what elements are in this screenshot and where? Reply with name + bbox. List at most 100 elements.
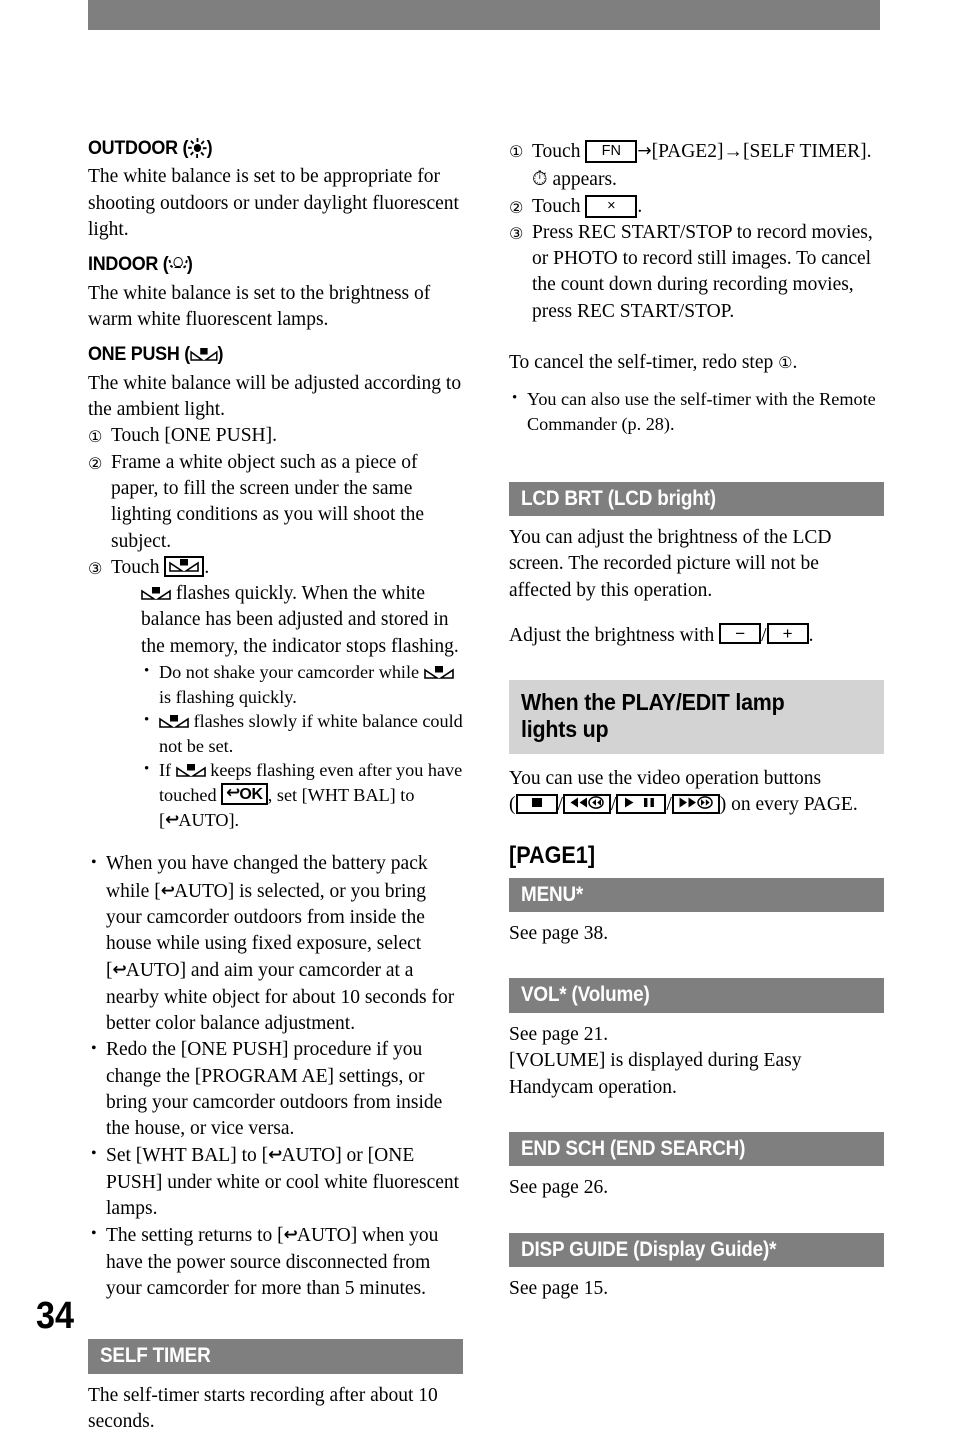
fn-touch-button[interactable]: FN (585, 140, 638, 163)
one-push-body: The white balance will be adjusted accor… (88, 372, 462, 421)
ok-touch-button[interactable]: ↩OK (221, 783, 268, 806)
return-arrow-icon: ↩ (160, 880, 175, 901)
section-header-line1: When the PLAY/EDIT lamp (521, 689, 785, 716)
one-push-wb-icon (141, 586, 171, 601)
one-push-wb-icon (169, 558, 200, 573)
one-push-wb-icon (423, 665, 454, 680)
step-number: ③ (88, 558, 103, 578)
heading-outdoor-close: ) (206, 137, 213, 159)
list-item: Redo the [ONE PUSH] procedure if you cha… (88, 1036, 463, 1142)
note-text: You can also use the self-timer with the… (527, 389, 876, 434)
return-arrow-icon: ↩ (283, 1225, 298, 1246)
step-text: Press REC START/STOP to record movies, o… (532, 221, 873, 322)
section-header-end-sch: END SCH (END SEARCH) (509, 1131, 884, 1167)
heading-indoor: INDOOR () (88, 254, 433, 275)
heading-indoor-close: ) (186, 253, 193, 276)
fast-forward-button-icon[interactable] (671, 793, 720, 814)
plus-icon: + (782, 623, 793, 643)
section-header-label: SELF TIMER (100, 1344, 211, 1368)
remote-commander-note: You can also use the self-timer with the… (509, 386, 884, 436)
cancel-self-timer-line: To cancel the self-timer, redo step ①. (509, 350, 884, 376)
heading-one-push-close: ) (217, 343, 224, 366)
step-item: ① Touch [ONE PUSH]. (88, 423, 463, 449)
section-header-line2: lights up (521, 715, 609, 742)
bullet-text-end: ]. (228, 809, 240, 830)
play-edit-text-before: You can use the video operation buttons (509, 767, 822, 789)
vol-body: See page 21. [VOLUME] is displayed durin… (509, 1023, 802, 1098)
heading-one-push: ONE PUSH ( ) (88, 344, 433, 365)
section-header-label: MENU* (521, 882, 584, 906)
heading-outdoor: OUTDOOR () (88, 137, 433, 159)
step-item: ② Touch ×. (509, 194, 884, 220)
auto-label: AUTO (281, 1145, 336, 1167)
arrow-right-icon: → (637, 141, 652, 161)
self-timer-appear-note: ⏱ appears. (532, 165, 884, 193)
step-text-after: . (637, 195, 643, 217)
brightness-increase-button[interactable]: + (766, 622, 809, 644)
list-item: You can also use the self-timer with the… (509, 386, 884, 436)
step-number: ② (509, 197, 524, 217)
minus-icon: − (735, 623, 746, 643)
list-item: When you have changed the battery pack w… (88, 850, 463, 1037)
page-number-label: 34 (36, 1295, 75, 1337)
bullet-text-before: Do not shake your camcorder while (159, 662, 424, 683)
step-text-before: Touch (532, 195, 586, 217)
play-pause-button-icon[interactable] (616, 793, 667, 814)
self-timer-body: The self-timer starts recording after ab… (88, 1384, 438, 1433)
rewind-button-icon[interactable] (562, 793, 611, 814)
step-text: Touch [ONE PUSH]. (111, 425, 277, 447)
step3-note-body: flashes quickly. When the white balance … (141, 583, 459, 657)
cancel-text-before: To cancel the self-timer, redo step (509, 352, 779, 374)
page1-tag: [PAGE1] (509, 842, 884, 870)
one-push-wb-icon (159, 714, 189, 729)
list-item: Set [WHT BAL] to [↩AUTO] or [ONE PUSH] u… (88, 1141, 463, 1222)
indoor-body: The white balance is set to the brightne… (88, 282, 431, 331)
appear-note-text: appears. (547, 169, 617, 191)
step-number: ② (88, 453, 103, 473)
step-item: ① Touch FN →[PAGE2]→[SELF TIMER]. ⏱ appear… (509, 138, 884, 194)
brightness-decrease-button[interactable]: − (719, 622, 762, 644)
stop-button-icon[interactable] (515, 793, 558, 814)
sun-icon (188, 138, 207, 158)
list-item: The setting returns to [↩AUTO] when you … (88, 1221, 463, 1302)
left-column: OUTDOOR () The white balance is set to b… (88, 137, 463, 1446)
bullet-text-before: If (159, 760, 176, 781)
list-item: If keeps flashing even after you have to… (141, 757, 463, 832)
disp-guide-body: See page 15. (509, 1278, 609, 1300)
bullet-text-after: flashes slowly if white balance could no… (159, 711, 463, 756)
page1-tag-label: [PAGE1] (509, 842, 596, 870)
close-touch-button[interactable]: × (585, 194, 638, 218)
note-text-1: Redo the [ONE PUSH] procedure if you cha… (106, 1039, 443, 1140)
one-push-wb-icon (175, 763, 206, 778)
self-timer-steps: ① Touch FN →[PAGE2]→[SELF TIMER]. ⏱ appear… (509, 138, 884, 325)
section-header-lcd-brt: LCD BRT (LCD bright) (509, 481, 884, 517)
play-edit-body: You can use the video operation buttons(… (509, 766, 884, 819)
auto-label: AUTO (178, 809, 229, 830)
ok-button-label: OK (239, 786, 263, 804)
list-item: Do not shake your camcorder while is fla… (141, 659, 463, 709)
step-item: ③ Press REC START/STOP to record movies,… (509, 220, 884, 325)
section-header-vol: VOL* (Volume) (509, 978, 884, 1013)
lcd-brt-adjust-line: Adjust the brightness with − / +. (509, 622, 884, 649)
heading-outdoor-text: OUTDOOR ( (88, 137, 189, 159)
one-push-wb-touch-button[interactable] (164, 555, 205, 577)
page-number: 34 (36, 1297, 78, 1335)
step-item: ② Frame a white object such as a piece o… (88, 450, 463, 555)
step-text: Frame a white object such as a piece of … (111, 451, 425, 552)
section-header-disp-guide: DISP GUIDE (Display Guide)* (509, 1232, 884, 1268)
step-number: ① (509, 142, 524, 161)
fn-button-label: FN (601, 143, 622, 159)
outdoor-body: The white balance is set to be appropria… (88, 166, 459, 241)
section-header-label: END SCH (END SEARCH) (521, 1136, 746, 1160)
return-arrow-icon: ↩ (226, 783, 240, 804)
adjust-text-after: . (808, 624, 814, 646)
step-text-after: [PAGE2]→[SELF TIMER]. (651, 141, 872, 162)
menu-body: See page 38. (509, 923, 609, 945)
return-arrow-icon: ↩ (165, 809, 179, 830)
heading-one-push-text: ONE PUSH ( (88, 343, 190, 366)
section-header-label: LCD BRT (LCD bright) (521, 486, 716, 510)
note-text-1: The setting returns to [ (106, 1225, 284, 1247)
lamp-icon (168, 254, 187, 274)
step-text-before: Touch (532, 141, 586, 162)
auto-label: AUTO (173, 880, 228, 902)
